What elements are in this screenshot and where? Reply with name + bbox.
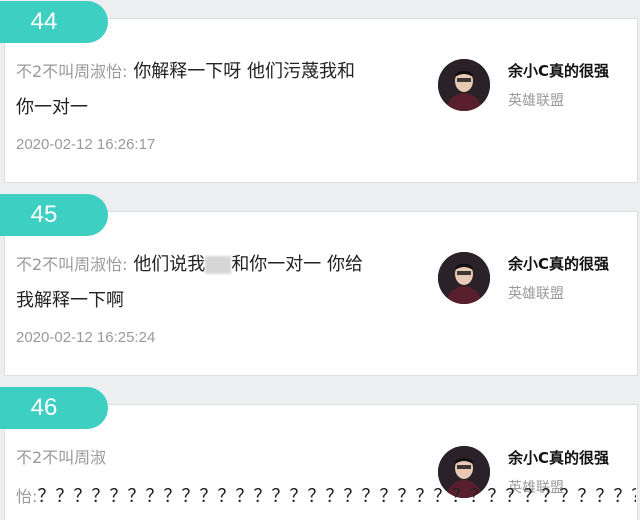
message-part1: 他们说我: [133, 254, 206, 275]
message-line2: 你一对一: [16, 97, 88, 118]
comment-timestamp: 2020-02-12 16:26:17: [16, 136, 156, 153]
user-game-tag: 英雄联盟: [508, 93, 564, 109]
avatar-photo-icon: [438, 252, 490, 304]
comment-text: 不2不叫周淑怡: 他们说我 和你一对一 你给 我解释一下啊: [16, 247, 416, 319]
avatar[interactable]: [438, 59, 490, 111]
message-line2: 怡:？？？？？？？？？？？？？？？？？？？？？？？？？？？？？？？？？？: [16, 482, 636, 508]
comment-text: 不2不叫周淑: [16, 440, 416, 476]
sender-name-cont: 怡:: [16, 487, 38, 506]
sender-name[interactable]: 不2不叫周淑怡:: [16, 62, 128, 81]
message-line1: 你解释一下呀 他们污蔑我和: [133, 61, 356, 82]
comment-number-badge: 46: [0, 387, 108, 429]
comment-number: 45: [30, 201, 58, 228]
user-game-tag: 英雄联盟: [508, 286, 564, 302]
censored-blur: [205, 256, 232, 274]
message-line2: 我解释一下啊: [16, 290, 124, 311]
user-name[interactable]: 余小C真的很强: [508, 253, 609, 274]
message-part2: 和你一对一 你给: [231, 254, 364, 275]
avatar[interactable]: [438, 252, 490, 304]
user-name[interactable]: 余小C真的很强: [508, 447, 609, 468]
comment-number-badge: 45: [0, 194, 108, 236]
user-name[interactable]: 余小C真的很强: [508, 60, 609, 81]
sender-name[interactable]: 不2不叫周淑: [16, 448, 106, 467]
comment-number-badge: 44: [0, 1, 108, 43]
question-marks: ？？？？？？？？？？？？？？？？？？？？？？？？？？？？？？？？？？: [37, 486, 636, 507]
avatar-photo-icon: [438, 59, 490, 111]
comment-number: 46: [30, 394, 58, 421]
comment-timestamp: 2020-02-12 16:25:24: [16, 329, 156, 346]
comment-number: 44: [30, 8, 58, 35]
sender-name[interactable]: 不2不叫周淑怡:: [16, 255, 128, 274]
comment-text: 不2不叫周淑怡: 你解释一下呀 他们污蔑我和 你一对一: [16, 54, 416, 126]
